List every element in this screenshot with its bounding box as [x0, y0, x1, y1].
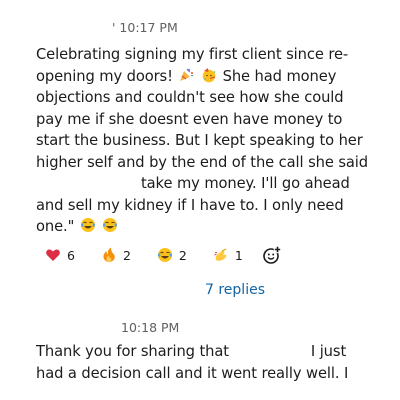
message-line-text: I just — [310, 343, 347, 360]
message-line: start the business. But I kept speaking … — [36, 132, 363, 149]
message-line: take my money. I'll go ahead — [36, 173, 376, 195]
laughing-icon — [157, 248, 172, 262]
reaction-count: 1 — [234, 247, 243, 263]
message-line: higher self and by the end of the call s… — [36, 153, 368, 171]
reaction-heart[interactable]: 6 — [36, 242, 83, 268]
add-reaction-icon[interactable] — [262, 245, 282, 265]
message-line-text: opening my doors! — [36, 67, 173, 85]
message-line-text: Thank you for sharing that — [36, 343, 229, 360]
message-line: one." — [36, 216, 376, 238]
message-line-text: She had money — [222, 67, 337, 85]
heart-icon — [46, 249, 60, 261]
fire-icon — [103, 247, 115, 262]
reaction-count: 6 — [67, 247, 75, 263]
message-line: pay me if she doesnt even have money to — [36, 110, 343, 128]
message-line: Thank you for sharing that I just — [36, 341, 376, 363]
party-popper-icon — [180, 68, 194, 81]
message-line: had a decision call and it went really w… — [36, 364, 349, 382]
replies-link[interactable]: 7 replies — [205, 282, 265, 298]
reaction-count: 2 — [122, 247, 131, 263]
laughing-icon — [80, 218, 95, 232]
message-line: opening my doors! She had money — [36, 66, 376, 88]
partying-face-icon — [202, 67, 216, 82]
message-2: 10:18 PM Thank you for sharing that I jus… — [36, 318, 376, 384]
message-text: Thank you for sharing that I just had a d… — [36, 341, 376, 384]
message-line: Celebrating signing my first client sinc… — [36, 46, 349, 63]
message-line-text: one." — [36, 218, 75, 235]
laughing-icon — [103, 218, 118, 232]
reaction-laughing[interactable]: 2 — [148, 242, 195, 268]
timestamp[interactable]: ' 10:17 PM — [36, 0, 376, 38]
reactions-bar: 6 2 2 1 — [36, 241, 282, 269]
reaction-fire[interactable]: 2 — [92, 242, 139, 268]
reaction-pinched-fingers[interactable]: 1 — [204, 242, 251, 268]
message-text: Celebrating signing my first client sinc… — [36, 44, 376, 238]
reaction-count: 2 — [178, 247, 187, 263]
message-1: ' 10:17 PM Celebrating signing my first … — [36, 0, 376, 238]
message-line-text: take my money. I'll go ahead — [141, 175, 350, 192]
pinched-fingers-icon — [214, 248, 227, 261]
message-line: and sell my kidney if I have to. I only … — [36, 196, 344, 214]
message-line: objections and couldn't see how she coul… — [36, 89, 344, 106]
timestamp[interactable]: 10:18 PM — [36, 318, 376, 338]
